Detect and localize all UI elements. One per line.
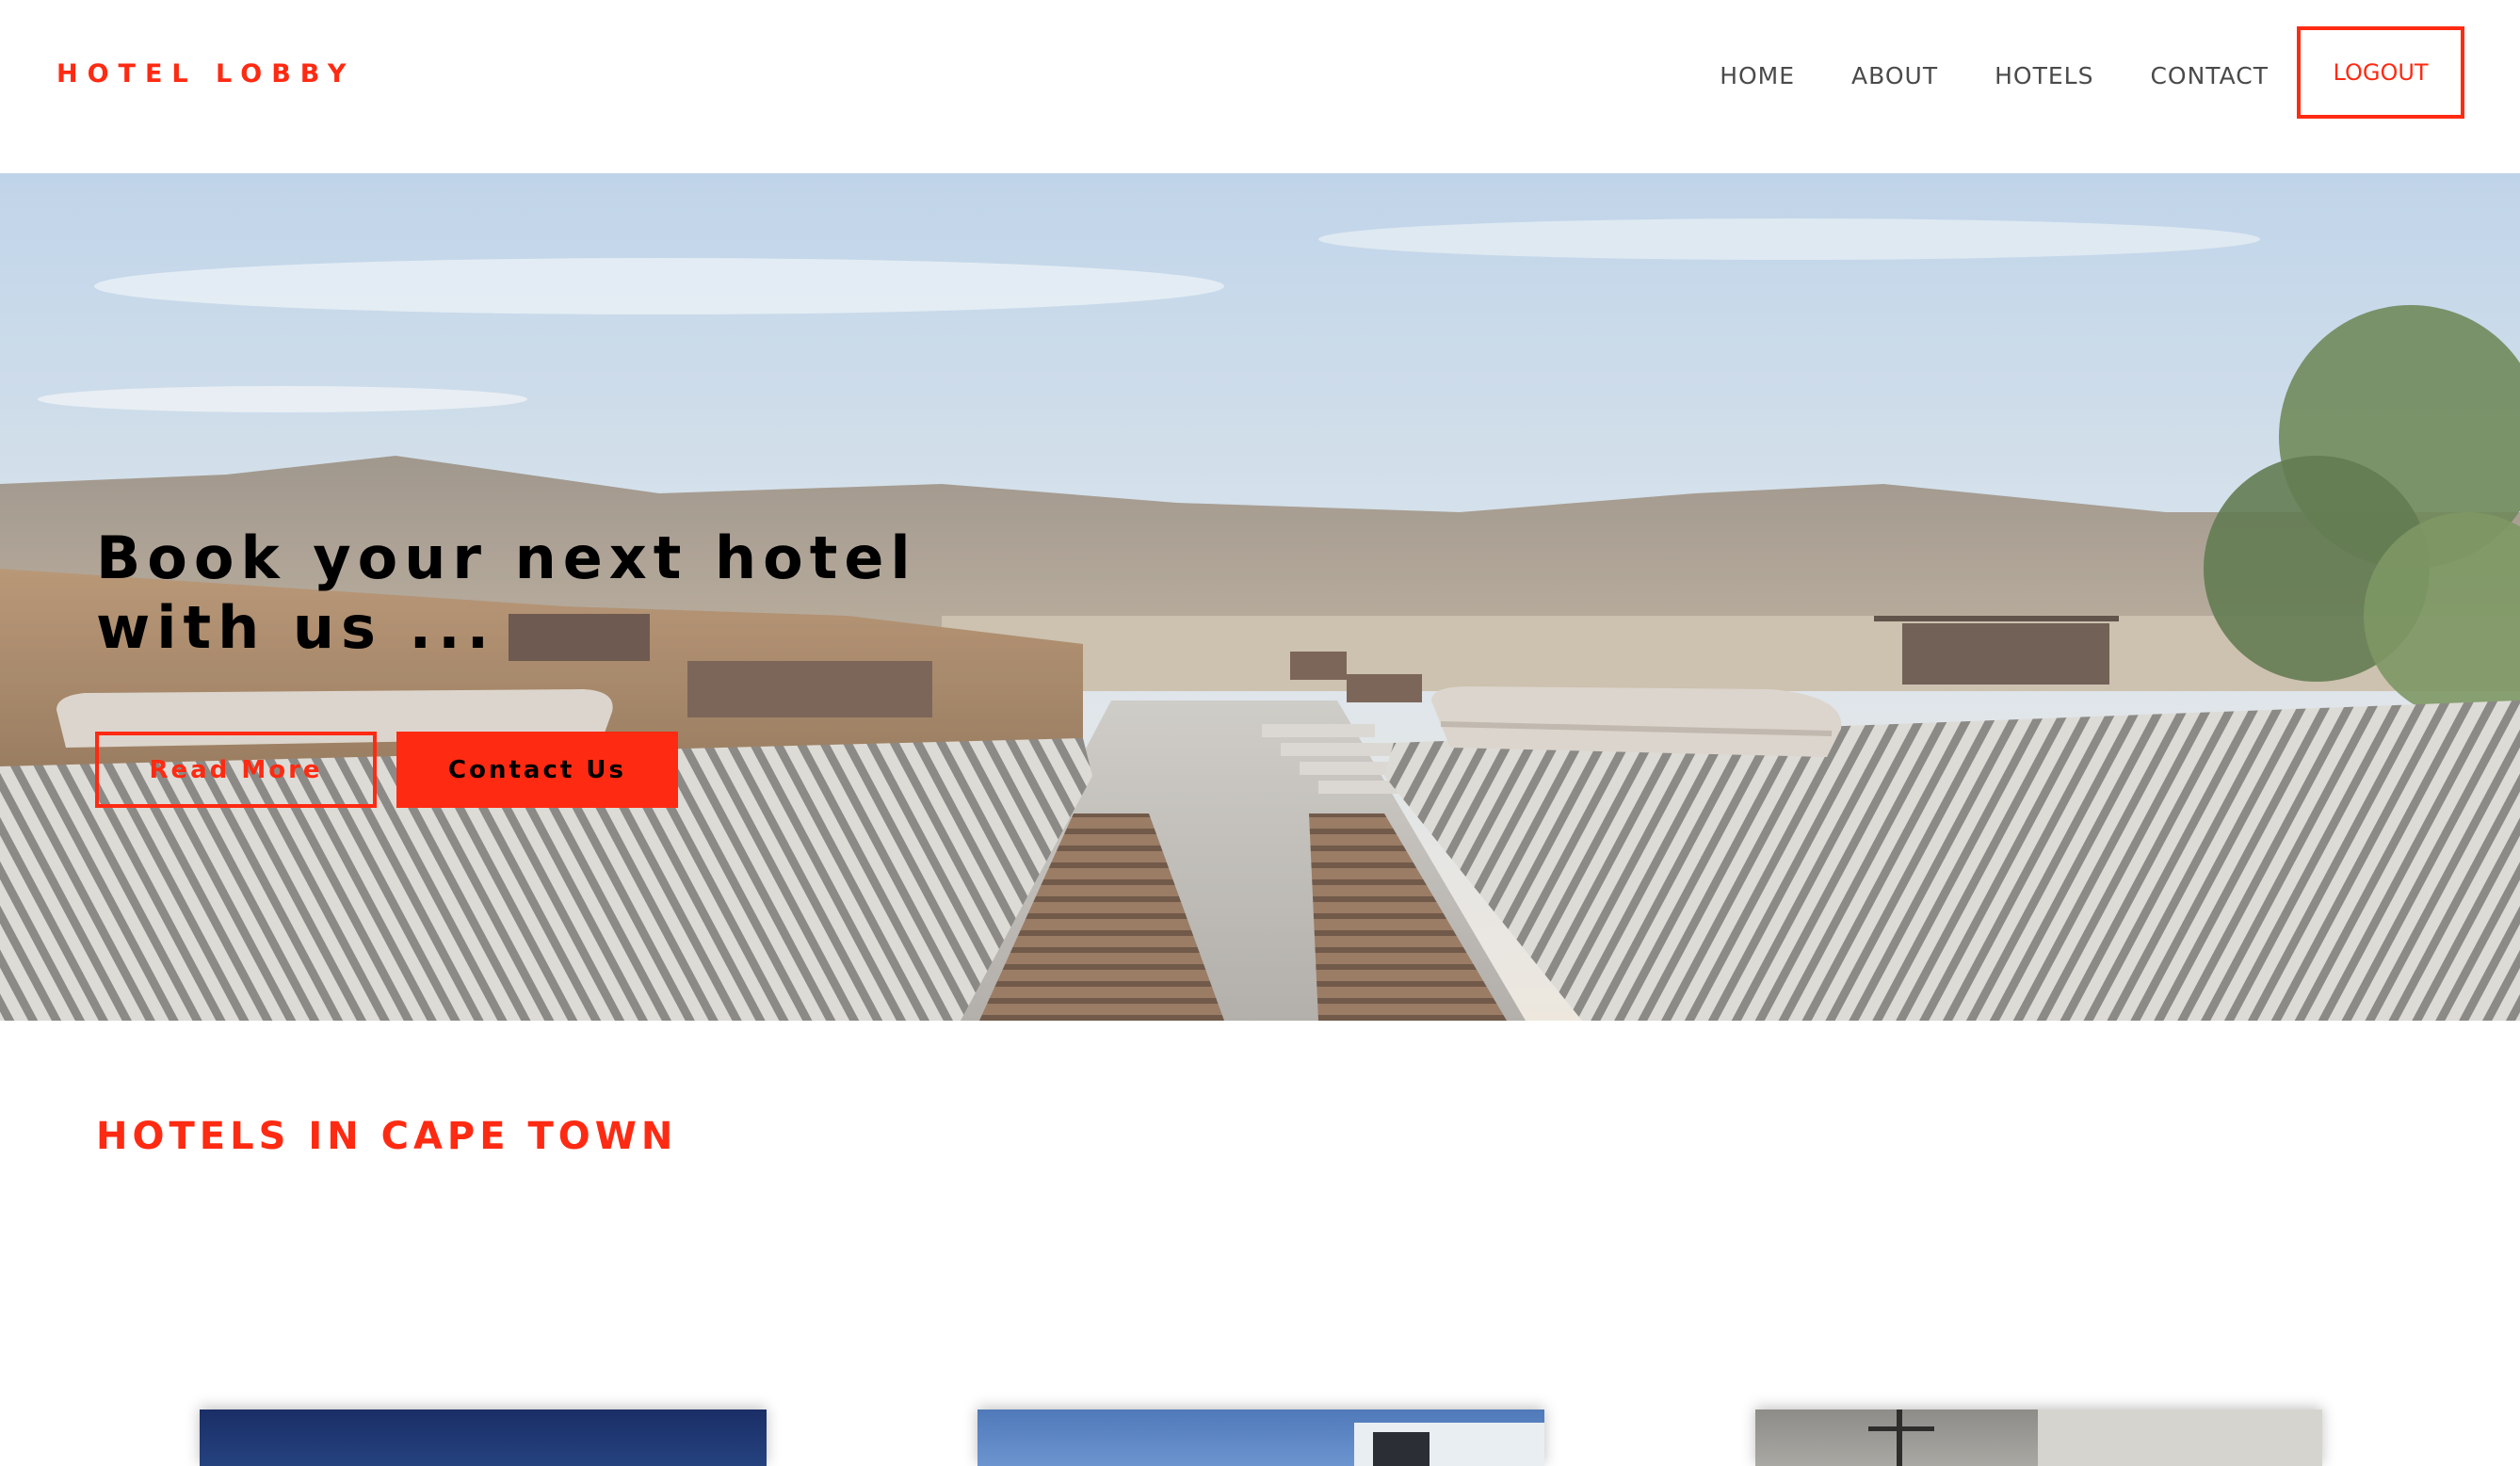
hero-banner: Book your next hotel with us ... Read Mo… [0, 173, 2520, 1021]
hotel-card-2-image[interactable] [977, 1410, 1544, 1466]
lamp-arm [1868, 1426, 1934, 1431]
hotel-card-3-image[interactable] [1755, 1410, 2322, 1466]
contact-us-button[interactable]: Contact Us [396, 732, 678, 808]
site-header: HOTEL LOBBY HOME ABOUT HOTELS CONTACT LO… [0, 0, 2520, 173]
nav-contact-link[interactable]: CONTACT [2150, 62, 2269, 89]
nav-hotels-link[interactable]: HOTELS [1995, 62, 2093, 89]
main-nav: HOME ABOUT HOTELS CONTACT LOGOUT [1720, 0, 2520, 151]
logout-button[interactable]: LOGOUT [2297, 26, 2464, 119]
read-more-button[interactable]: Read More [95, 732, 377, 808]
hero-actions: Read More Contact Us [95, 732, 678, 808]
section-heading: HOTELS IN CAPE TOWN [96, 1115, 678, 1158]
hotel-card-1-image[interactable] [200, 1410, 767, 1466]
hero-heading: Book your next hotel with us ... [96, 524, 917, 662]
nav-about-link[interactable]: ABOUT [1851, 62, 1938, 89]
interior-wall [2038, 1410, 2322, 1466]
nav-home-link[interactable]: HOME [1720, 62, 1795, 89]
hotel-cards [0, 1410, 2520, 1466]
lamp-icon [1897, 1410, 1902, 1466]
building-window [1373, 1432, 1430, 1466]
brand-logo[interactable]: HOTEL LOBBY [57, 58, 355, 90]
